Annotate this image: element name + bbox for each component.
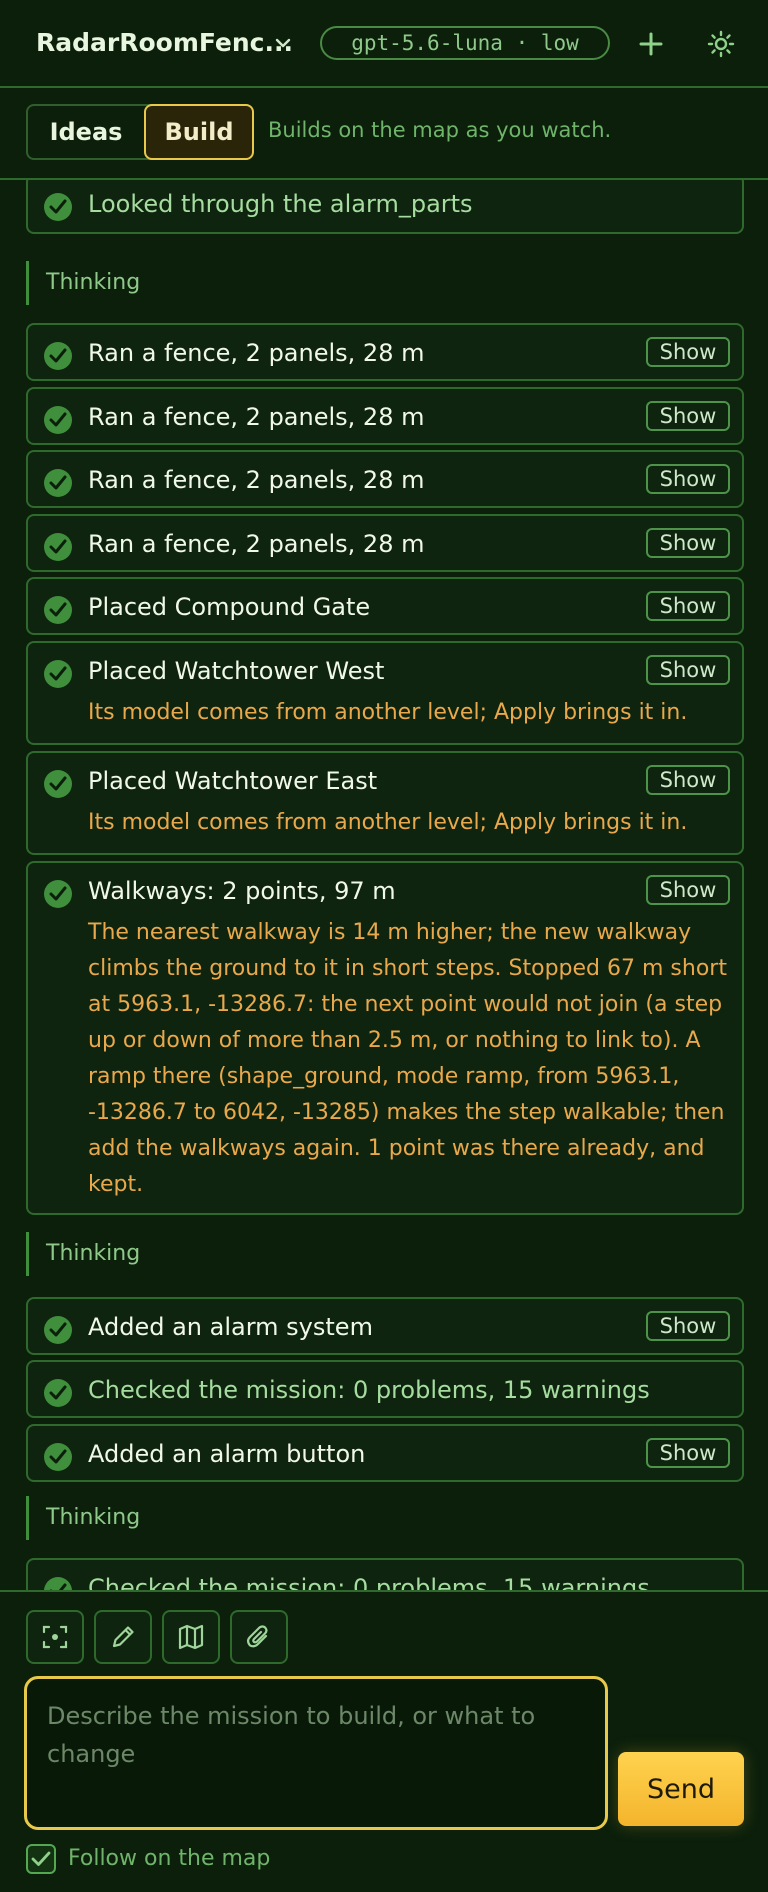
show-button[interactable]: Show	[646, 655, 730, 685]
step-card: Placed Watchtower East Show Its model co…	[26, 751, 744, 855]
check-icon	[44, 596, 72, 624]
note-line: The nearest walkway is 14 m higher; the …	[88, 920, 692, 945]
step-card: Ran a fence, 2 panels, 28 m Show	[26, 514, 744, 572]
check-icon	[31, 1851, 51, 1866]
show-button[interactable]: Show	[646, 765, 730, 795]
show-button[interactable]: Show	[646, 875, 730, 905]
step-note: Its model comes from another level; Appl…	[88, 810, 688, 835]
note-line: add the walkways again. 1 point was ther…	[88, 1136, 705, 1161]
step-card: Ran a fence, 2 panels, 28 m Show	[26, 387, 744, 445]
step-title: Checked the mission: 0 problems, 15 warn…	[88, 1574, 650, 1590]
attach-button[interactable]	[230, 1610, 288, 1664]
step-title: Walkways: 2 points, 97 m	[88, 877, 396, 905]
project-title[interactable]: RadarRoomFenc...	[36, 28, 293, 57]
check-icon	[44, 660, 72, 688]
step-title: Looked through the alarm_parts	[88, 190, 473, 218]
sun-icon[interactable]	[706, 29, 736, 59]
step-title: Ran a fence, 2 panels, 28 m	[88, 339, 425, 367]
show-button[interactable]: Show	[646, 464, 730, 494]
send-button[interactable]: Send	[618, 1752, 744, 1826]
mission-input[interactable]	[24, 1676, 608, 1830]
step-title: Placed Watchtower West	[88, 657, 385, 685]
map-button[interactable]	[162, 1610, 220, 1664]
check-icon	[44, 1316, 72, 1344]
show-button[interactable]: Show	[646, 1311, 730, 1341]
step-title: Added an alarm system	[88, 1313, 373, 1341]
step-card: Checked the mission: 0 problems, 15 warn…	[26, 1558, 744, 1590]
step-title: Added an alarm button	[88, 1440, 366, 1468]
check-icon	[44, 469, 72, 497]
note-line: ramp there (shape_ground, mode ramp, fro…	[88, 1064, 680, 1089]
check-icon	[44, 533, 72, 561]
check-icon	[44, 406, 72, 434]
show-button[interactable]: Show	[646, 401, 730, 431]
model-selector[interactable]: gpt-5.6-luna · low	[320, 26, 610, 60]
step-card: Added an alarm button Show	[26, 1424, 744, 1482]
mode-tab-ideas[interactable]: Ideas	[28, 106, 144, 158]
show-button[interactable]: Show	[646, 337, 730, 367]
thinking-label[interactable]: Thinking	[26, 1496, 226, 1540]
mode-switch: Ideas Build	[26, 104, 254, 160]
step-title: Checked the mission: 0 problems, 15 warn…	[88, 1376, 650, 1404]
app-header: RadarRoomFenc... gpt-5.6-luna · low	[0, 0, 768, 88]
note-line: kept.	[88, 1172, 144, 1197]
step-title: Ran a fence, 2 panels, 28 m	[88, 403, 425, 431]
show-button[interactable]: Show	[646, 591, 730, 621]
check-icon	[44, 1577, 72, 1590]
mode-bar: Ideas Build Builds on the map as you wat…	[0, 88, 768, 180]
note-line: -13286.7 to 6042, -13285) makes the step…	[88, 1100, 725, 1125]
mode-hint: Builds on the map as you watch.	[268, 118, 612, 142]
step-title: Placed Compound Gate	[88, 593, 371, 621]
show-button[interactable]: Show	[646, 528, 730, 558]
thinking-label[interactable]: Thinking	[26, 261, 226, 305]
draw-button[interactable]	[94, 1610, 152, 1664]
check-icon	[44, 880, 72, 908]
step-card: Placed Compound Gate Show	[26, 577, 744, 635]
step-card: Ran a fence, 2 panels, 28 m Show	[26, 323, 744, 381]
step-card: Looked through the alarm_parts	[26, 180, 744, 234]
check-icon	[44, 1379, 72, 1407]
step-title: Ran a fence, 2 panels, 28 m	[88, 466, 425, 494]
chevron-down-icon[interactable]	[274, 34, 292, 52]
map-icon	[178, 1624, 204, 1650]
plus-icon[interactable]	[637, 30, 665, 58]
thinking-label[interactable]: Thinking	[26, 1232, 226, 1276]
note-line: at 5963.1, -13286.7: the next point woul…	[88, 992, 723, 1017]
show-button[interactable]: Show	[646, 1438, 730, 1468]
focus-frame-icon	[42, 1625, 68, 1649]
step-card: Walkways: 2 points, 97 m Show The neares…	[26, 861, 744, 1215]
pencil-icon	[112, 1626, 134, 1648]
composer-panel: Send Follow on the map	[0, 1590, 768, 1892]
step-card: Placed Watchtower West Show Its model co…	[26, 641, 744, 745]
note-line: up or down of more than 2.5 m, or nothin…	[88, 1028, 701, 1053]
paperclip-icon	[247, 1625, 268, 1648]
step-note: The nearest walkway is 14 m higher; the …	[88, 915, 728, 1203]
check-icon	[44, 1443, 72, 1471]
step-card: Ran a fence, 2 panels, 28 m Show	[26, 450, 744, 508]
activity-feed[interactable]: Looked through the alarm_parts Thinking …	[0, 180, 768, 1590]
note-line: climbs the ground to it in short steps. …	[88, 956, 727, 981]
step-card: Added an alarm system Show	[26, 1297, 744, 1355]
follow-checkbox[interactable]	[26, 1844, 56, 1874]
check-icon	[44, 770, 72, 798]
step-title: Placed Watchtower East	[88, 767, 378, 795]
mode-tab-build[interactable]: Build	[144, 104, 254, 160]
capture-button[interactable]	[26, 1610, 84, 1664]
step-note: Its model comes from another level; Appl…	[88, 700, 688, 725]
follow-label[interactable]: Follow on the map	[68, 1846, 270, 1871]
check-icon	[44, 342, 72, 370]
step-title: Ran a fence, 2 panels, 28 m	[88, 530, 425, 558]
check-icon	[44, 193, 72, 221]
step-card: Checked the mission: 0 problems, 15 warn…	[26, 1360, 744, 1418]
